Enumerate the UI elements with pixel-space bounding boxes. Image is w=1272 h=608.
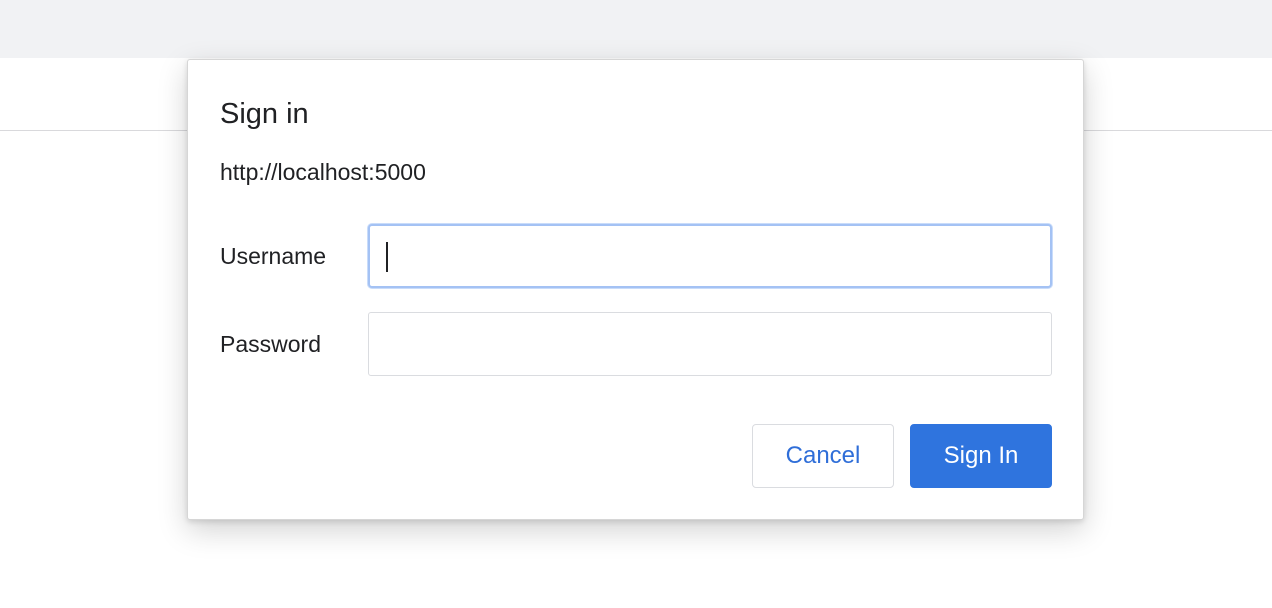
browser-page: Sign in http://localhost:5000 Username P… [0, 0, 1272, 608]
dialog-title: Sign in [220, 98, 309, 130]
browser-toolbar-area [0, 0, 1272, 58]
sign-in-button[interactable]: Sign In [910, 424, 1052, 488]
dialog-origin-url: http://localhost:5000 [220, 159, 426, 185]
username-input[interactable] [368, 224, 1052, 288]
username-label: Username [220, 243, 327, 269]
cancel-button[interactable]: Cancel [752, 424, 894, 488]
password-label: Password [220, 331, 321, 357]
sign-in-dialog: Sign in http://localhost:5000 Username P… [187, 59, 1084, 520]
password-input[interactable] [368, 312, 1052, 376]
text-caret [386, 242, 388, 272]
